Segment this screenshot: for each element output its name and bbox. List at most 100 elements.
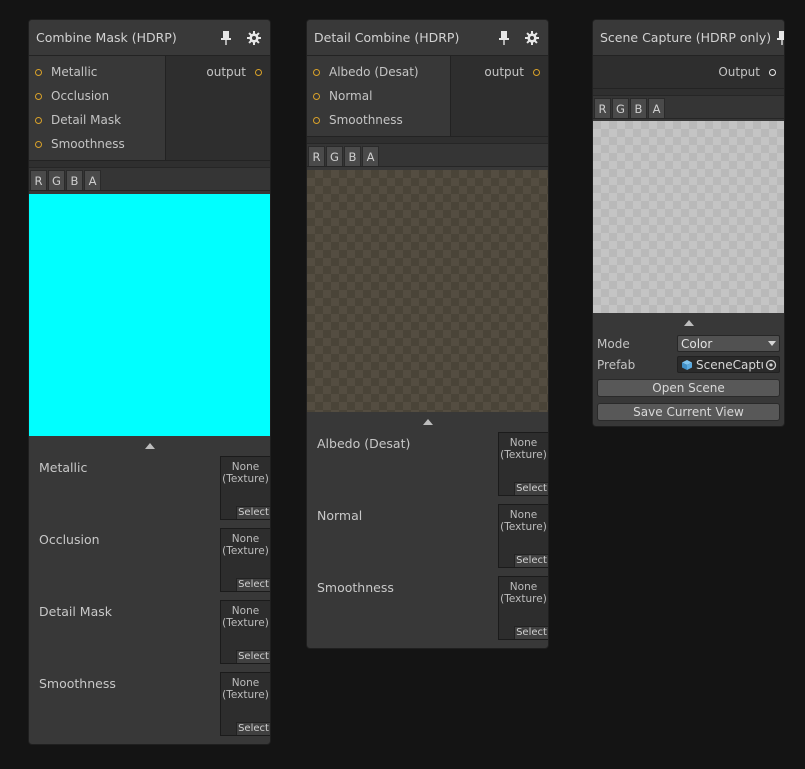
input-port-normal[interactable]: Normal	[307, 84, 450, 108]
channel-toolbar: R G B A	[307, 144, 548, 167]
port-label: Occlusion	[51, 89, 110, 103]
gear-icon[interactable]	[524, 30, 540, 46]
collapse-toggle[interactable]	[307, 412, 548, 432]
port-dot-icon[interactable]	[313, 68, 320, 76]
channel-r-button[interactable]: R	[594, 98, 611, 118]
port-dot-icon[interactable]	[35, 116, 42, 124]
texture-none-label: None (Texture)	[222, 605, 269, 629]
input-port-smoothness[interactable]: Smoothness	[307, 108, 450, 132]
property-label: Albedo (Desat)	[317, 436, 411, 451]
texture-select-button[interactable]: Select	[514, 482, 548, 495]
output-port[interactable]: Output	[718, 60, 784, 84]
object-picker-icon[interactable]	[763, 358, 779, 372]
pin-icon[interactable]	[218, 30, 234, 46]
port-dot-icon[interactable]	[35, 92, 42, 100]
texture-field[interactable]: None (Texture) Select	[220, 672, 270, 736]
texture-select-button[interactable]: Select	[236, 578, 270, 591]
texture-none-label: None (Texture)	[500, 509, 547, 533]
preview-image	[29, 194, 270, 436]
input-ports: Metallic Occlusion Detail Mask Smoothnes…	[29, 56, 166, 160]
input-ports: Albedo (Desat) Normal Smoothness	[307, 56, 451, 136]
port-dot-icon[interactable]	[533, 68, 540, 76]
triangle-up-icon	[683, 320, 694, 326]
node-title: Detail Combine (HDRP)	[314, 30, 460, 45]
port-dot-icon[interactable]	[35, 140, 42, 148]
channel-b-button[interactable]: B	[630, 98, 647, 118]
port-dot-icon[interactable]	[313, 92, 320, 100]
channel-r-button[interactable]: R	[30, 170, 47, 190]
property-label: Smoothness	[39, 676, 116, 691]
gear-icon[interactable]	[246, 30, 262, 46]
channel-r-button[interactable]: R	[308, 146, 325, 166]
mode-row: Mode Color	[593, 333, 784, 354]
texture-select-button[interactable]: Select	[236, 506, 270, 519]
texture-field[interactable]: None (Texture) Select	[220, 528, 270, 592]
mode-label: Mode	[597, 336, 630, 351]
open-scene-button[interactable]: Open Scene	[597, 379, 780, 397]
output-port[interactable]: output	[484, 60, 548, 84]
input-port-smoothness[interactable]: Smoothness	[29, 132, 165, 156]
separator	[29, 161, 270, 168]
channel-b-button[interactable]: B	[66, 170, 83, 190]
output-port[interactable]: output	[206, 60, 270, 84]
texture-select-button[interactable]: Select	[236, 650, 270, 663]
texture-field[interactable]: None (Texture) Select	[498, 576, 548, 640]
port-dot-icon[interactable]	[255, 68, 262, 76]
prefab-row: Prefab SceneCapture	[593, 354, 784, 375]
separator	[307, 137, 548, 144]
mode-dropdown[interactable]: Color	[677, 335, 780, 352]
collapse-toggle[interactable]	[29, 436, 270, 456]
save-current-view-button[interactable]: Save Current View	[597, 403, 780, 421]
pin-icon[interactable]	[777, 30, 784, 46]
node-header[interactable]: Combine Mask (HDRP)	[29, 20, 270, 56]
property-smoothness: Smoothness None (Texture) Select	[307, 576, 548, 648]
port-dot-icon[interactable]	[769, 68, 776, 76]
input-port-detail-mask[interactable]: Detail Mask	[29, 108, 165, 132]
texture-field[interactable]: None (Texture) Select	[220, 600, 270, 664]
texture-none-label: None (Texture)	[222, 533, 269, 557]
channel-g-button[interactable]: G	[48, 170, 65, 190]
texture-select-button[interactable]: Select	[236, 722, 270, 735]
channel-b-button[interactable]: B	[344, 146, 361, 166]
texture-select-button[interactable]: Select	[514, 626, 548, 639]
port-label: Metallic	[51, 65, 98, 79]
property-smoothness: Smoothness None (Texture) Select	[29, 672, 270, 744]
prefab-field[interactable]: SceneCapture	[677, 356, 780, 373]
mode-value: Color	[681, 336, 713, 351]
collapse-toggle[interactable]	[593, 313, 784, 333]
output-ports: output	[166, 56, 270, 160]
property-label: Normal	[317, 508, 363, 523]
channel-a-button[interactable]: A	[84, 170, 101, 190]
channel-g-button[interactable]: G	[612, 98, 629, 118]
texture-none-label: None (Texture)	[222, 461, 269, 485]
channel-a-button[interactable]: A	[362, 146, 379, 166]
port-label: output	[484, 65, 524, 79]
port-dot-icon[interactable]	[313, 116, 320, 124]
input-port-occlusion[interactable]: Occlusion	[29, 84, 165, 108]
port-label: Smoothness	[329, 113, 403, 127]
input-port-albedo-desat[interactable]: Albedo (Desat)	[307, 60, 450, 84]
node-header[interactable]: Detail Combine (HDRP)	[307, 20, 548, 56]
node-scene-capture[interactable]: Scene Capture (HDRP only) Output R G B A…	[592, 19, 785, 427]
texture-field[interactable]: None (Texture) Select	[498, 504, 548, 568]
property-detail-mask: Detail Mask None (Texture) Select	[29, 600, 270, 672]
node-detail-combine[interactable]: Detail Combine (HDRP) Albedo (Desat) Nor…	[306, 19, 549, 649]
node-header[interactable]: Scene Capture (HDRP only)	[593, 20, 784, 56]
texture-field[interactable]: None (Texture) Select	[498, 432, 548, 496]
texture-select-button[interactable]: Select	[514, 554, 548, 567]
pin-icon[interactable]	[496, 30, 512, 46]
ports: Albedo (Desat) Normal Smoothness output	[307, 56, 548, 137]
node-combine-mask[interactable]: Combine Mask (HDRP) Metallic Occlusion D…	[28, 19, 271, 745]
port-label: Normal	[329, 89, 373, 103]
property-label: Metallic	[39, 460, 88, 475]
channel-g-button[interactable]: G	[326, 146, 343, 166]
channel-toolbar: R G B A	[593, 96, 784, 119]
port-dot-icon[interactable]	[35, 68, 42, 76]
output-ports: output	[451, 56, 548, 136]
texture-field[interactable]: None (Texture) Select	[220, 456, 270, 520]
triangle-up-icon	[144, 443, 155, 449]
channel-a-button[interactable]: A	[648, 98, 665, 118]
node-title: Combine Mask (HDRP)	[36, 30, 177, 45]
input-port-metallic[interactable]: Metallic	[29, 60, 165, 84]
property-label: Occlusion	[39, 532, 100, 547]
